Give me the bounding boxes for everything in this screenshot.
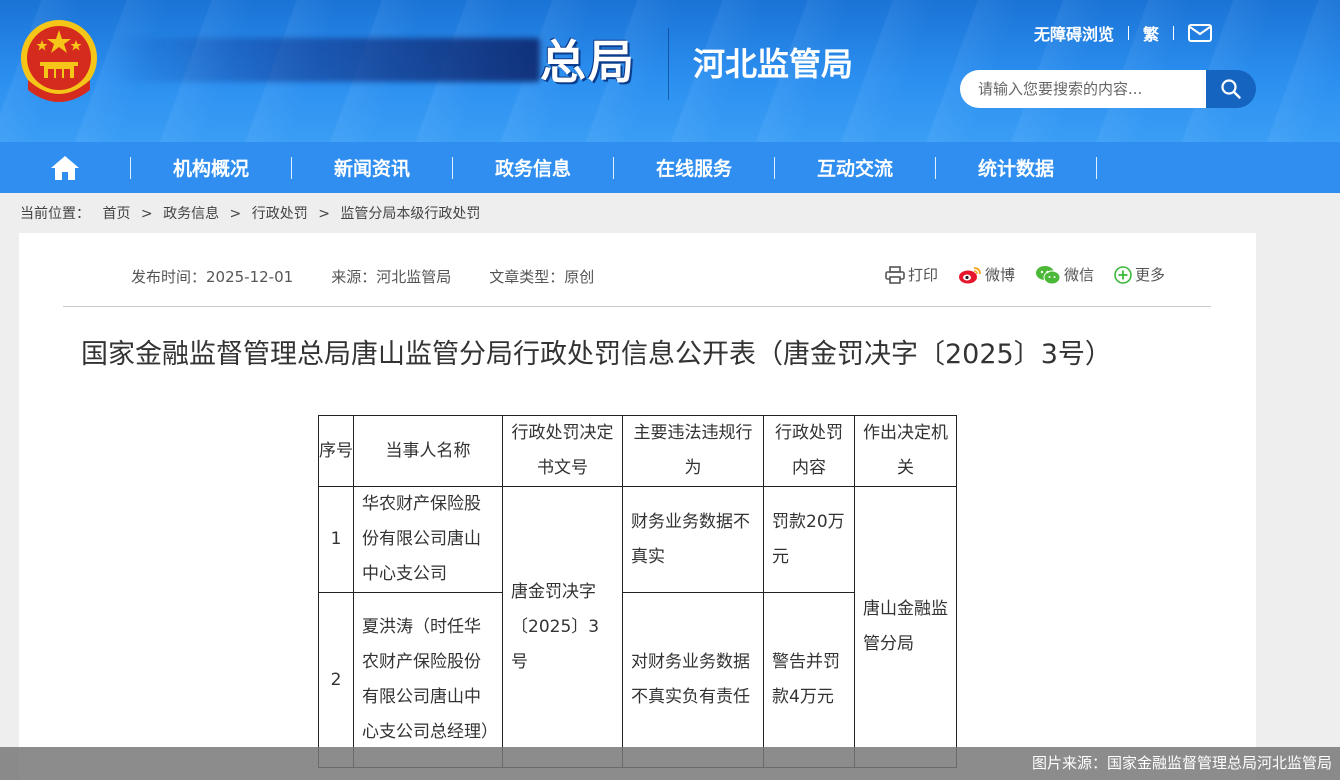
breadcrumb-arrow: >	[318, 206, 330, 222]
print-label: 打印	[908, 266, 939, 284]
brand-divider	[668, 28, 669, 100]
decision-number-cell: 唐金罚决字〔2025〕3号	[502, 486, 623, 768]
publish-time: 发布时间：2025-12-01	[131, 268, 294, 286]
accessibility-link[interactable]: 无障碍浏览	[1034, 21, 1114, 45]
header-penalty: 行政处罚内容	[763, 415, 855, 487]
breadcrumb-label: 当前位置：	[20, 206, 90, 222]
mail-icon[interactable]	[1188, 24, 1213, 42]
weibo-icon	[959, 266, 981, 283]
row-penalty: 罚款20万元	[763, 486, 855, 593]
image-source-caption: 图片来源：国家金融监督管理总局河北监管局	[0, 747, 1340, 780]
breadcrumb-arrow: >	[229, 206, 242, 222]
link-separator	[1173, 26, 1175, 40]
breadcrumb: 当前位置： 首页 > 政务信息 > 行政处罚 > 监管分局本级行政处罚	[20, 203, 480, 225]
more-label: 更多	[1135, 266, 1166, 284]
row-violation: 对财务业务数据不真实负有责任	[622, 592, 764, 768]
top-links: 无障碍浏览 繁	[1034, 21, 1213, 45]
breadcrumb-penalties[interactable]: 行政处罚	[252, 206, 308, 222]
search-bar	[960, 70, 1256, 108]
link-separator	[1128, 26, 1130, 40]
article-panel: 发布时间：2025-12-01 来源：河北监管局 文章类型：原创 打印 微博 微…	[19, 233, 1256, 780]
traditional-chinese-link[interactable]: 繁	[1143, 21, 1159, 45]
main-nav: 机构概况 新闻资讯 政务信息 在线服务 互动交流 统计数据	[0, 142, 1340, 193]
plus-circle-icon	[1114, 265, 1132, 284]
nav-item-online-services[interactable]: 在线服务	[614, 142, 774, 193]
weibo-share-button[interactable]: 微博	[958, 264, 1015, 285]
site-header: 总局 河北监管局 无障碍浏览 繁	[0, 0, 1340, 142]
nav-home[interactable]	[0, 142, 130, 193]
wechat-share-button[interactable]: 微信	[1035, 264, 1094, 285]
table-header-row: 序号 当事人名称 行政处罚决定书文号 主要违法违规行为 行政处罚内容 作出决定机…	[318, 415, 957, 487]
brand-main-title[interactable]: 总局	[540, 34, 636, 90]
more-share-button[interactable]: 更多	[1114, 264, 1165, 285]
breadcrumb-government-info[interactable]: 政务信息	[163, 206, 219, 222]
nav-item-news[interactable]: 新闻资讯	[292, 142, 452, 193]
header-violation: 主要违法违规行为	[622, 415, 764, 487]
article-meta: 发布时间：2025-12-01 来源：河北监管局 文章类型：原创	[131, 266, 594, 288]
table-row: 1 华农财产保险股份有限公司唐山中心支公司 唐金罚决字〔2025〕3号 财务业务…	[318, 486, 957, 768]
search-input[interactable]	[960, 70, 1208, 108]
row-party: 夏洪涛（时任华农财产保险股份有限公司唐山中心支公司总经理）	[353, 592, 503, 768]
meta-divider	[63, 306, 1211, 307]
header-authority: 作出决定机关	[854, 415, 957, 487]
row-index: 1	[318, 486, 354, 593]
row-index: 2	[318, 592, 354, 768]
printer-icon	[885, 265, 905, 284]
print-button[interactable]: 打印	[885, 264, 938, 285]
brand-sub-title[interactable]: 河北监管局	[693, 42, 853, 86]
article-title: 国家金融监督管理总局唐山监管分局行政处罚信息公开表（唐金罚决字〔2025〕3号）	[81, 339, 1112, 370]
row-party: 华农财产保险股份有限公司唐山中心支公司	[353, 486, 503, 593]
nav-item-interaction[interactable]: 互动交流	[775, 142, 935, 193]
share-tools: 打印 微博 微信 更多	[885, 264, 1181, 285]
nav-item-statistics[interactable]: 统计数据	[936, 142, 1096, 193]
row-penalty: 警告并罚款4万元	[763, 592, 855, 768]
home-icon	[51, 155, 79, 180]
header-party: 当事人名称	[353, 415, 503, 487]
authority-cell: 唐山金融监管分局	[854, 486, 957, 768]
breadcrumb-branch-penalties[interactable]: 监管分局本级行政处罚	[340, 206, 480, 222]
search-button[interactable]	[1206, 70, 1256, 108]
weibo-label: 微博	[985, 266, 1016, 284]
breadcrumb-home[interactable]: 首页	[102, 206, 130, 222]
nav-separator	[1096, 156, 1097, 179]
article-type: 文章类型：原创	[489, 268, 595, 286]
wechat-label: 微信	[1064, 266, 1095, 284]
header-decision-no: 行政处罚决定书文号	[502, 415, 623, 487]
national-emblem-icon[interactable]	[18, 18, 100, 104]
wechat-icon	[1036, 265, 1061, 284]
penalty-info-table: 序号 当事人名称 行政处罚决定书文号 主要违法违规行为 行政处罚内容 作出决定机…	[318, 415, 957, 768]
row-violation: 财务业务数据不真实	[622, 486, 764, 593]
breadcrumb-arrow: >	[140, 206, 153, 222]
article-source: 来源：河北监管局	[331, 268, 452, 286]
redacted-title-block	[110, 38, 540, 82]
nav-item-about[interactable]: 机构概况	[131, 142, 291, 193]
nav-item-government-info[interactable]: 政务信息	[453, 142, 613, 193]
header-index: 序号	[318, 415, 354, 487]
search-icon	[1221, 79, 1241, 99]
